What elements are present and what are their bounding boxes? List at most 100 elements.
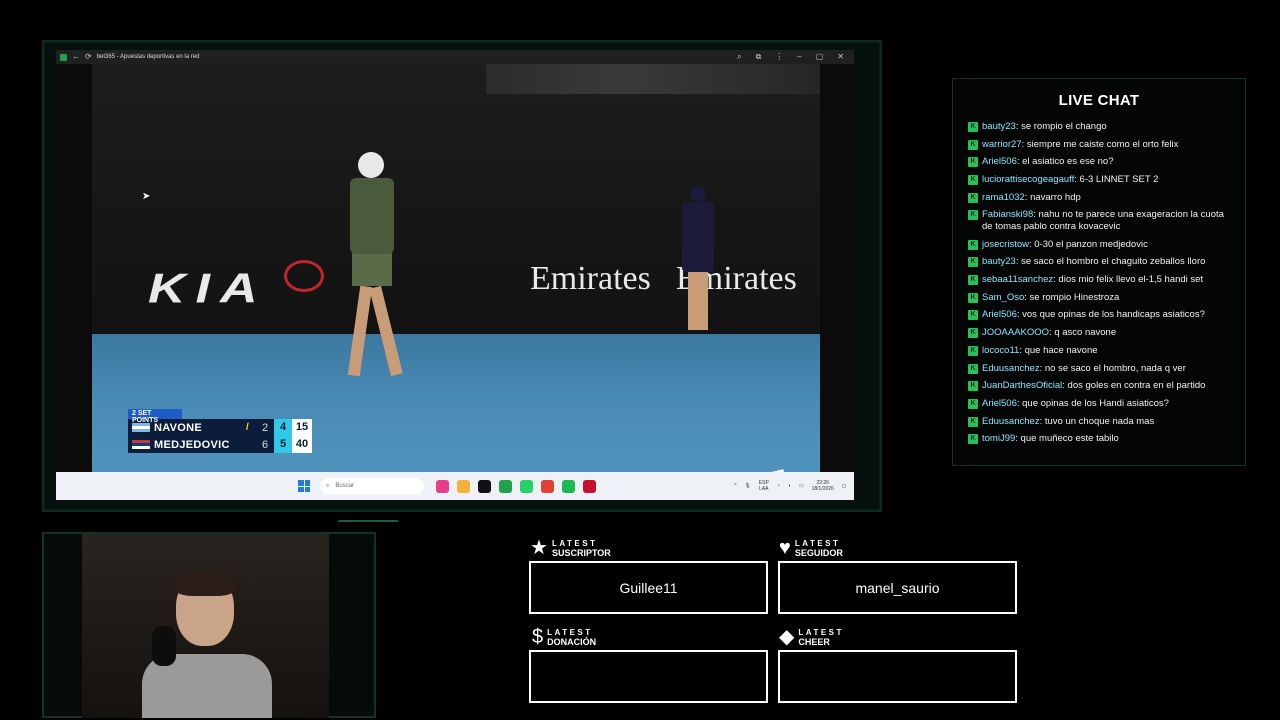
- kick-badge-icon: K: [968, 310, 978, 321]
- chrome-app-icon[interactable]: [541, 479, 554, 493]
- chat-message-body: bauty23: se rompio el chango: [982, 121, 1107, 132]
- volume-icon[interactable]: ◖: [788, 483, 791, 489]
- mic-icon[interactable]: 🎙: [744, 483, 750, 489]
- windows-taskbar: ⌕ Buscar ^ 🎙 ESP LAA ◔ ◖ ▭ 22:26 18/1/20…: [56, 472, 854, 500]
- chat-text: se saco el hombro el chaguito zeballos l…: [1021, 256, 1206, 268]
- chat-username[interactable]: josecristow: [982, 239, 1029, 250]
- chat-username[interactable]: Ariel506: [982, 309, 1017, 320]
- chat-username[interactable]: Eduusanchez: [982, 416, 1040, 427]
- chat-username[interactable]: Eduusanchez: [982, 363, 1040, 374]
- kick-badge-icon: K: [968, 210, 978, 221]
- taskbar-search[interactable]: ⌕ Buscar: [320, 478, 424, 494]
- live-chat-title: LIVE CHAT: [1058, 92, 1140, 109]
- chat-text: dios mio felix llevo el-1,5 handi set: [1058, 274, 1204, 286]
- chat-text: navarro hdp: [1030, 191, 1081, 203]
- chat-message-body: Fabianski98: nahu no te parece una exage…: [982, 209, 1224, 233]
- diamond-icon: ◆: [779, 626, 795, 648]
- maximize-button[interactable]: ▢: [816, 52, 824, 62]
- chat-username[interactable]: sebaa11sanchez: [982, 274, 1053, 285]
- scorebug-row: NAVONE / 2 4 15: [128, 419, 312, 436]
- spotify-app-icon[interactable]: [562, 479, 575, 493]
- chat-message: Kbauty23: se saco el hombro el chaguito …: [968, 256, 1230, 268]
- racket-icon: [284, 260, 324, 292]
- close-button[interactable]: ✕: [837, 52, 844, 62]
- tennis-player: [284, 152, 416, 412]
- chat-username[interactable]: JuanDarthesOficial: [982, 380, 1062, 391]
- chat-username[interactable]: rama1032: [982, 192, 1025, 203]
- chat-username[interactable]: bauty23: [982, 256, 1016, 267]
- set2-score: 5: [274, 436, 292, 453]
- chat-text: dos goles en contra en el partido: [1067, 380, 1206, 392]
- copilot-app-icon[interactable]: [436, 479, 449, 493]
- chat-message: Kluciorattisecogeagauff: 6-3 LINNET SET …: [968, 174, 1230, 186]
- chat-username[interactable]: tomiJ99: [982, 433, 1015, 444]
- kick-badge-icon: K: [968, 381, 978, 392]
- kick-badge-icon: K: [968, 239, 978, 250]
- chat-text: q asco navone: [1054, 327, 1117, 339]
- chat-username[interactable]: bauty23: [982, 121, 1016, 132]
- chat-message-body: rama1032: navarro hdp: [982, 191, 1081, 203]
- kick-badge-icon: K: [968, 157, 978, 168]
- dollar-icon: $: [532, 626, 544, 648]
- kick-badge-icon: K: [968, 122, 978, 132]
- chat-message: Ksebaa11sanchez: dios mio felix llevo el…: [968, 274, 1230, 286]
- chat-username[interactable]: warrior27: [982, 139, 1022, 150]
- chat-message-body: warrior27: siempre me caiste como el ort…: [982, 138, 1179, 150]
- notification-bell-icon[interactable]: ◻: [842, 483, 846, 489]
- chat-username[interactable]: luciorattisecogeagauff: [982, 174, 1074, 185]
- minimize-button[interactable]: –: [797, 52, 801, 62]
- chat-message: Kbauty23: se rompio el chango: [968, 121, 1230, 133]
- kick-badge-icon: K: [968, 345, 978, 356]
- chat-message-body: Ariel506: que opinas de los Handi asiati…: [982, 397, 1169, 409]
- tiktok-app-icon[interactable]: [478, 479, 491, 493]
- chat-message: K Eduusanchez: no se saco el hombro, nada…: [968, 363, 1230, 375]
- latest-donacion-box: [529, 650, 768, 703]
- player-name: MEDJEDOVIC: [154, 438, 230, 451]
- kick-badge-icon: K: [968, 434, 978, 445]
- chat-text: 6-3 LINNET SET 2: [1079, 174, 1159, 186]
- chat-username[interactable]: JOOAAAKOOO: [982, 327, 1049, 338]
- tennis-video[interactable]: KIA Emirates Emirates ➤ 2 SET POINTS NAV…: [56, 64, 854, 472]
- chat-message: K Ariel506: el asiatico es ese no?: [968, 156, 1230, 168]
- wifi-icon[interactable]: ◔: [777, 483, 780, 489]
- microphone: [152, 626, 176, 666]
- chat-username[interactable]: lococo11: [982, 345, 1019, 356]
- whatsapp-app-icon[interactable]: [520, 479, 533, 493]
- chat-text: el asiatico es ese no?: [1022, 156, 1114, 168]
- browser-title: bet365 - Apuestas deportivas en la red: [96, 54, 200, 60]
- chat-message-body: JuanDarthesOficial: dos goles en contra …: [982, 380, 1206, 392]
- ball-kid: [678, 186, 718, 336]
- kick-badge-icon: K: [968, 292, 978, 303]
- set2-score: 4: [274, 419, 292, 436]
- chat-username[interactable]: Ariel506: [982, 156, 1017, 167]
- star-icon: ★: [530, 537, 548, 559]
- chat-username[interactable]: Sam_Oso: [982, 292, 1024, 303]
- battery-icon[interactable]: ▭: [799, 483, 804, 489]
- back-arrow-icon[interactable]: ←: [72, 53, 80, 61]
- chat-text: se rompio el chango: [1021, 121, 1107, 132]
- chevron-up-icon[interactable]: ^: [734, 483, 736, 489]
- windows-start-icon[interactable]: [298, 480, 310, 492]
- scorebug: 2 SET POINTS NAVONE / 2 4 15 MEDJEDOVIC …: [128, 409, 312, 453]
- frame-accent: [321, 520, 399, 550]
- set1-score: 6: [261, 438, 269, 451]
- file-explorer-app-icon[interactable]: [457, 479, 470, 493]
- chat-username[interactable]: Ariel506: [982, 398, 1017, 409]
- browser-titlebar: ← ⟳ bet365 - Apuestas deportivas en la r…: [56, 50, 854, 64]
- bet365-app-icon[interactable]: [499, 479, 512, 493]
- chat-message: Kjosecristow: 0-30 el panzon medjedovic: [968, 239, 1230, 251]
- app-icon[interactable]: [583, 479, 596, 493]
- search-icon: ⌕: [326, 482, 330, 489]
- heart-icon: ♥: [779, 537, 791, 559]
- chat-message: K JuanDarthesOficial: dos goles en contra…: [968, 380, 1230, 392]
- menu-dots-icon[interactable]: ⋮: [775, 52, 783, 62]
- reload-icon[interactable]: ⟳: [85, 53, 92, 61]
- zoom-icon[interactable]: ⌕: [737, 52, 741, 62]
- language-indicator[interactable]: ESP LAA: [759, 480, 769, 492]
- latest-seguidor-label: ♥ LATEST SEGUIDOR: [779, 537, 843, 559]
- serve-indicator-icon: /: [246, 422, 249, 433]
- chat-username[interactable]: Fabianski98: [982, 209, 1033, 220]
- extensions-icon[interactable]: ⧉: [756, 52, 762, 62]
- clock[interactable]: 22:26 18/1/2026: [812, 480, 834, 492]
- chat-message: KtomiJ99: que muñeco este tabilo: [968, 433, 1230, 445]
